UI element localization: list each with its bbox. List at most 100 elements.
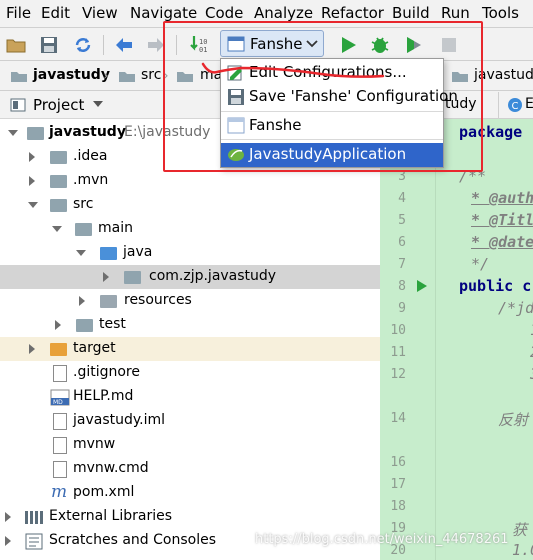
tree-label: pom.xml: [73, 484, 135, 500]
annotation-highlight-box: [163, 21, 483, 172]
tree-label: main: [98, 220, 133, 236]
folder-icon: [50, 175, 67, 188]
collapse-arrow-icon[interactable]: [29, 152, 35, 162]
module-file-icon: [53, 413, 67, 430]
project-tree: javastudy E:\javastudy .idea .mvn src ma…: [0, 119, 380, 560]
resources-folder-icon: [100, 295, 117, 308]
svg-text:C: C: [512, 101, 519, 112]
tree-item-target[interactable]: target: [0, 337, 380, 361]
tree-label: target: [73, 340, 116, 356]
expand-arrow-icon[interactable]: [8, 130, 18, 136]
line-number: 18: [390, 499, 406, 514]
line-number: 4: [398, 191, 406, 206]
menu-navigate[interactable]: Navigate: [130, 4, 197, 22]
expand-arrow-icon[interactable]: [28, 202, 38, 208]
collapse-arrow-icon[interactable]: [5, 536, 11, 546]
tree-label: Scratches and Consoles: [49, 532, 216, 548]
tree-label: test: [99, 316, 126, 332]
menu-code[interactable]: Code: [205, 4, 243, 22]
line-number: 12: [390, 367, 406, 382]
code-comment: /*jd: [498, 299, 533, 317]
tree-item-mvnw-cmd[interactable]: mvnw.cmd: [0, 457, 380, 481]
chevron-down-icon[interactable]: [92, 98, 104, 114]
tree-item-gitignore[interactable]: .gitignore: [0, 361, 380, 385]
tree-item-resources[interactable]: resources: [0, 289, 380, 313]
line-number: 6: [398, 235, 406, 250]
breadcrumb-item-javastudy[interactable]: javastudy: [33, 67, 110, 83]
tree-item-help-md[interactable]: MD HELP.md: [0, 385, 380, 409]
tree-item-pom[interactable]: m pom.xml: [0, 481, 380, 505]
line-number: 14: [390, 411, 406, 426]
project-panel-title[interactable]: Project: [33, 96, 84, 114]
tree-label: resources: [124, 292, 192, 308]
menu-run[interactable]: Run: [441, 4, 470, 22]
project-icon: [10, 98, 26, 116]
line-number: 17: [390, 477, 406, 492]
folder-icon: [76, 319, 93, 332]
collapse-arrow-icon[interactable]: [79, 296, 85, 306]
code-class-declaration: public c: [459, 277, 532, 295]
breadcrumb-item-src[interactable]: src: [141, 67, 161, 83]
tree-label: src: [73, 196, 94, 212]
collapse-arrow-icon[interactable]: [29, 176, 35, 186]
tree-item-main[interactable]: main: [0, 217, 380, 241]
tree-label: .idea: [73, 148, 108, 164]
svg-text:MD: MD: [53, 399, 63, 406]
tree-label: javastudy: [49, 124, 126, 140]
save-icon[interactable]: [38, 34, 60, 56]
folder-icon: [10, 70, 28, 87]
watermark: https://blog.csdn.net/weixin_44678261: [255, 532, 509, 547]
run-gutter-icon[interactable]: [416, 279, 428, 297]
tree-label: HELP.md: [73, 388, 134, 404]
expand-arrow-icon[interactable]: [52, 226, 62, 232]
menu-edit[interactable]: Edit: [41, 4, 70, 22]
folder-icon: [50, 199, 67, 212]
code-doc-close: */: [471, 255, 490, 273]
line-number: 9: [398, 301, 406, 316]
menu-tools[interactable]: Tools: [482, 4, 519, 22]
code-comment: 1.0: [512, 541, 533, 559]
folder-icon: [75, 223, 92, 236]
tree-item-mvn[interactable]: .mvn: [0, 169, 380, 193]
library-icon: [24, 510, 44, 529]
tree-label: mvnw: [73, 436, 116, 452]
expand-arrow-icon[interactable]: [76, 250, 86, 256]
line-number: 10: [390, 323, 406, 338]
menu-file[interactable]: File: [6, 4, 31, 22]
breadcrumb-separator: ›: [103, 68, 109, 84]
tree-item-test[interactable]: test: [0, 313, 380, 337]
tree-item-iml[interactable]: javastudy.iml: [0, 409, 380, 433]
tree-label: com.zjp.javastudy: [149, 268, 277, 284]
open-folder-icon[interactable]: [5, 34, 27, 56]
editor-gutter: [380, 119, 436, 560]
back-icon[interactable]: [113, 34, 135, 56]
text-file-icon: [53, 365, 67, 382]
menu-refactor[interactable]: Refactor: [321, 4, 384, 22]
scratches-icon: [25, 533, 43, 554]
line-number: 11: [390, 345, 406, 360]
editor-tab-partial[interactable]: E: [525, 96, 533, 112]
line-number: 16: [390, 455, 406, 470]
menu-view[interactable]: View: [82, 4, 118, 22]
tree-item-mvnw[interactable]: mvnw: [0, 433, 380, 457]
class-icon[interactable]: C: [507, 97, 523, 117]
tree-item-package[interactable]: com.zjp.javastudy: [0, 265, 380, 289]
tree-label: java: [123, 244, 153, 260]
code-doc-date: * @date: [471, 233, 533, 251]
collapse-arrow-icon[interactable]: [103, 272, 109, 282]
collapse-arrow-icon[interactable]: [55, 320, 61, 330]
sync-icon[interactable]: [72, 34, 94, 56]
line-number: 7: [398, 257, 406, 272]
tree-label: mvnw.cmd: [73, 460, 149, 476]
collapse-arrow-icon[interactable]: [29, 344, 35, 354]
line-number: 5: [398, 213, 406, 228]
menu-analyze[interactable]: Analyze: [254, 4, 313, 22]
tree-item-src[interactable]: src: [0, 193, 380, 217]
markdown-file-icon: MD: [50, 389, 70, 410]
tree-item-external-libraries[interactable]: External Libraries: [0, 505, 380, 529]
menu-build[interactable]: Build: [392, 4, 430, 22]
code-comment: 获: [512, 521, 528, 539]
code-doc-author: * @auth: [471, 189, 533, 207]
collapse-arrow-icon[interactable]: [5, 512, 11, 522]
tree-item-java[interactable]: java: [0, 241, 380, 265]
